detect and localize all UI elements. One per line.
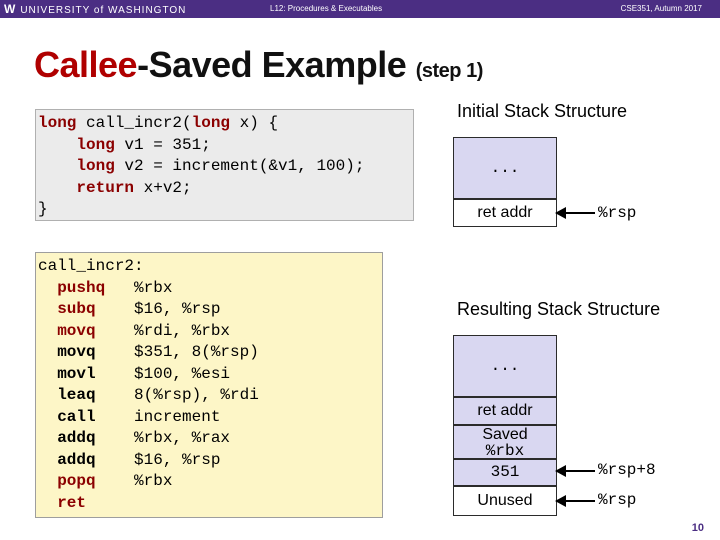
- header-bar: W UNIVERSITY of WASHINGTON L12: Procedure…: [0, 0, 720, 18]
- course-name: CSE351, Autumn 2017: [620, 4, 702, 13]
- asm-op: subq: [57, 300, 96, 318]
- asm-op: movq: [57, 343, 96, 361]
- c-keyword: long: [191, 114, 231, 132]
- lecture-title: L12: Procedures & Executables: [270, 4, 383, 13]
- page-number: 10: [691, 522, 704, 534]
- saved-register: %rbx: [485, 442, 525, 460]
- university-logo: W UNIVERSITY of WASHINGTON: [4, 2, 186, 16]
- result-stack-value-351: 351: [453, 459, 557, 486]
- initial-stack-dots: ...: [453, 137, 557, 199]
- rsp-label-result: %rsp: [598, 491, 637, 509]
- c-text: v2 = increment(&v1, 100);: [114, 157, 365, 175]
- asm-op: ret: [57, 493, 87, 512]
- asm-op: popq: [57, 472, 96, 490]
- initial-stack-ret-addr: ret addr: [453, 199, 557, 227]
- c-keyword: long: [76, 135, 115, 154]
- c-keyword: long: [76, 157, 115, 175]
- asm-args: $16, %rsp: [134, 450, 221, 469]
- c-text: call_incr2(: [76, 114, 192, 132]
- asm-op: addq: [57, 450, 96, 469]
- asm-args: 8(%rsp), %rdi: [134, 386, 259, 404]
- logo-text: UNIVERSITY of WASHINGTON: [20, 5, 187, 16]
- c-text: v1 = 351;: [114, 135, 211, 154]
- asm-args: %rbx: [134, 472, 173, 490]
- c-close-brace: }: [38, 200, 48, 218]
- title-step: (step 1): [415, 60, 484, 82]
- rsp-label-initial: %rsp: [598, 204, 637, 222]
- asm-args: %rbx, %rax: [134, 429, 231, 447]
- asm-op: pushq: [57, 278, 106, 297]
- asm-op: addq: [57, 429, 96, 447]
- asm-op: movl: [57, 364, 96, 383]
- asm-op: movq: [57, 321, 96, 340]
- asm-args: $16, %rsp: [134, 300, 221, 318]
- logo-w: W: [4, 2, 17, 16]
- c-keyword: long: [38, 114, 77, 132]
- result-stack-heading: Resulting Stack Structure: [457, 299, 661, 319]
- title-saved-example: -Saved Example: [137, 44, 407, 85]
- rsp-arrow-result: [555, 495, 595, 507]
- c-text: x) {: [230, 114, 279, 132]
- asm-op: call: [57, 407, 96, 426]
- asm-label: call_incr2:: [38, 257, 144, 275]
- rsp-arrow-initial: [555, 207, 595, 219]
- title-callee: Callee: [34, 44, 138, 85]
- saved-label: Saved: [482, 426, 528, 443]
- c-keyword: return: [76, 178, 135, 197]
- c-text: x+v2;: [134, 178, 192, 197]
- asm-args: $100, %esi: [134, 364, 231, 383]
- result-stack-dots: ...: [453, 335, 557, 397]
- asm-code-block: call_incr2: pushq %rbx subq $16, %rsp mo…: [35, 252, 383, 518]
- rsp8-arrow: [555, 465, 595, 477]
- asm-args: %rdi, %rbx: [134, 321, 231, 340]
- slide-title: Callee-Saved Example (step 1): [34, 44, 483, 86]
- asm-op: leaq: [57, 386, 96, 404]
- asm-args: increment: [134, 407, 221, 426]
- result-stack-unused: Unused: [453, 486, 557, 516]
- initial-stack-heading: Initial Stack Structure: [457, 101, 628, 121]
- result-stack-ret-addr: ret addr: [453, 397, 557, 425]
- rsp8-label: %rsp+8: [598, 461, 656, 479]
- result-stack-saved-rbx: Saved %rbx: [453, 425, 557, 460]
- asm-args: $351, 8(%rsp): [134, 343, 259, 361]
- c-code-block: long call_incr2(long x) { long v1 = 351;…: [35, 109, 414, 221]
- asm-args: %rbx: [134, 278, 173, 297]
